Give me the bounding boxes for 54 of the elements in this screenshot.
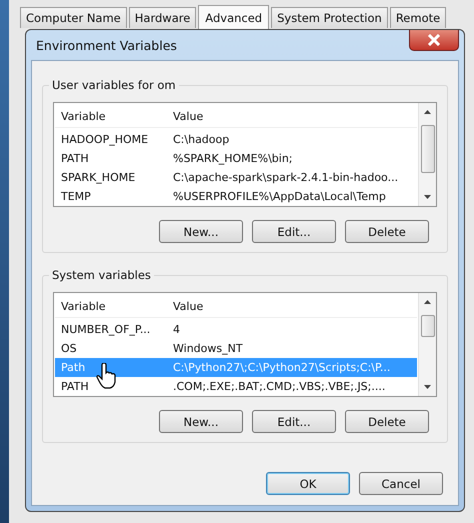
column-header[interactable]: Value [173, 110, 204, 122]
variable-value: C:\Python27\;C:\Python27\Scripts;C:\P... [173, 361, 390, 374]
list-row[interactable]: NUMBER_OF_P... 4 [55, 320, 417, 339]
variable-value: 4 [173, 323, 180, 336]
list-row[interactable]: PATH %SPARK_HOME%\bin; [55, 149, 417, 168]
list-row[interactable]: PATH .COM;.EXE;.BAT;.CMD;.VBS;.VBE;.JS;.... [55, 377, 417, 396]
column-header[interactable]: Variable [55, 300, 173, 312]
dialog-button[interactable]: OK [266, 472, 350, 495]
variable-name: HADOOP_HOME [60, 133, 150, 146]
tab[interactable]: Computer Name [20, 7, 127, 28]
variable-value: C:\hadoop [173, 133, 230, 146]
column-header[interactable]: Value [173, 300, 204, 312]
scroll-down-icon[interactable] [423, 194, 432, 200]
dialog-button[interactable]: Edit... [252, 220, 336, 243]
scroll-thumb[interactable] [421, 315, 435, 337]
variable-name: SPARK_HOME [60, 171, 136, 184]
list-row[interactable]: TEMP %USERPROFILE%\AppData\Local\Temp [55, 187, 417, 206]
scrollbar[interactable] [418, 103, 436, 206]
list-row[interactable]: HADOOP_HOME C:\hadoop [55, 130, 417, 149]
list-row[interactable]: OS Windows_NT [55, 339, 417, 358]
variable-name: PATH [60, 152, 90, 165]
close-button[interactable] [409, 30, 459, 51]
dialog-button[interactable]: Cancel [359, 472, 443, 495]
variable-name: PATH [60, 380, 90, 393]
tab[interactable]: Hardware [128, 7, 196, 28]
hand-cursor-icon [96, 363, 118, 389]
tab[interactable]: System Protection [271, 7, 388, 28]
variable-value: .COM;.EXE;.BAT;.CMD;.VBS;.VBE;.JS;.... [173, 380, 386, 393]
dialog-button[interactable]: Edit... [252, 410, 336, 433]
variable-name: NUMBER_OF_P... [60, 323, 152, 336]
list-row[interactable]: SPARK_HOME C:\apache-spark\spark-2.4.1-bin-hadoo... [55, 168, 417, 187]
column-header[interactable]: Variable [55, 110, 173, 122]
variable-name: Path [60, 361, 86, 374]
tab[interactable]: Advanced [198, 5, 270, 29]
variable-value: %SPARK_HOME%\bin; [173, 152, 292, 165]
dialog-button[interactable]: Delete [345, 220, 429, 243]
window-title: Environment Variables [35, 38, 177, 52]
scroll-up-icon[interactable] [423, 109, 432, 115]
scroll-up-icon[interactable] [423, 299, 432, 305]
group-label: System variables [49, 268, 154, 282]
dialog-button[interactable]: New... [159, 410, 243, 433]
dialog-button[interactable]: New... [159, 220, 243, 243]
scroll-down-icon[interactable] [423, 384, 432, 390]
variable-name: TEMP [60, 190, 92, 203]
variable-name: OS [60, 342, 78, 355]
dialog-button[interactable]: Delete [345, 410, 429, 433]
variable-value: C:\apache-spark\spark-2.4.1-bin-hadoo... [173, 171, 398, 184]
tab[interactable]: Remote [390, 7, 446, 28]
variable-value: %USERPROFILE%\AppData\Local\Temp [173, 190, 386, 203]
group-label: User variables for om [49, 78, 179, 92]
scroll-thumb[interactable] [421, 125, 435, 173]
scrollbar[interactable] [418, 293, 436, 396]
variable-value: Windows_NT [173, 342, 243, 355]
close-icon [427, 34, 441, 46]
